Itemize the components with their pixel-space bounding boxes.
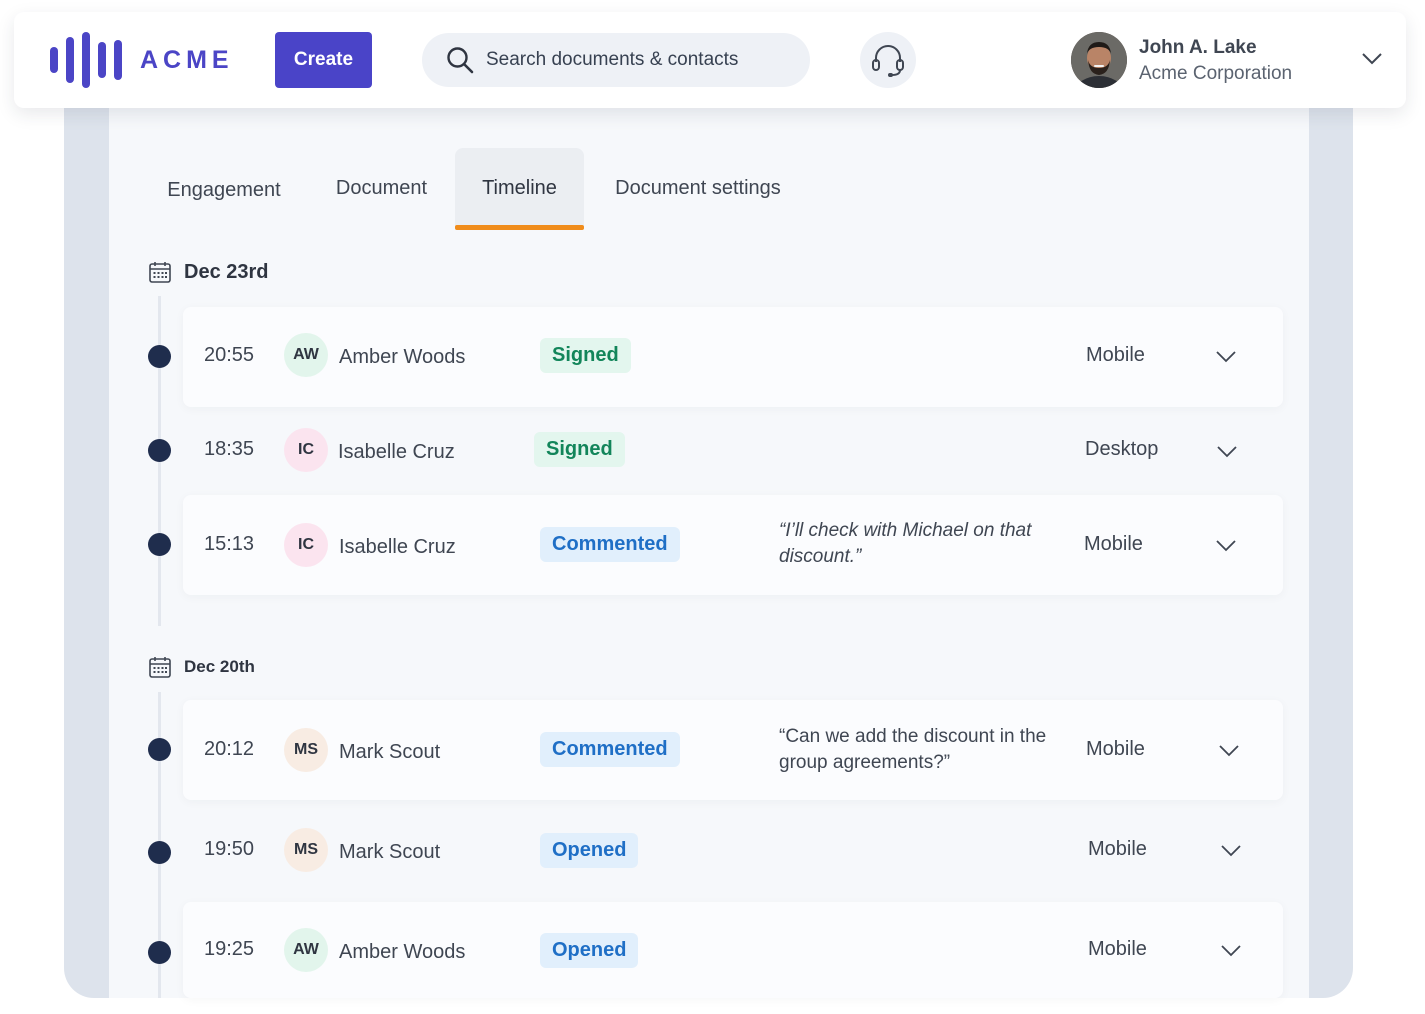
user-avatar[interactable] — [1071, 32, 1127, 88]
status-badge: Signed — [540, 338, 631, 373]
timeline-row[interactable]: 15:13 IC Isabelle Cruz Commented “I’ll c… — [183, 495, 1283, 595]
comment-text: “Can we add the discount in the group ag… — [779, 726, 1047, 773]
user-company: Acme Corporation — [1139, 63, 1293, 84]
avatar: AW — [284, 333, 328, 377]
chevron-down-icon[interactable] — [1219, 745, 1239, 757]
user-name: John A. Lake — [1139, 37, 1257, 58]
device-label: Mobile — [1086, 738, 1145, 760]
timeline-row[interactable]: 20:55 AW Amber Woods Signed Mobile — [183, 307, 1283, 407]
timeline-dot — [148, 738, 171, 761]
person-name: Mark Scout — [339, 741, 441, 763]
comment-text: “I’ll check with Michael on that discoun… — [779, 520, 1032, 567]
avatar: IC — [284, 523, 328, 567]
avatar: MS — [284, 828, 328, 872]
timeline-dot — [148, 841, 171, 864]
tab-timeline[interactable]: Timeline — [455, 148, 584, 230]
event-time: 20:12 — [204, 738, 255, 760]
status-badge: Opened — [540, 933, 639, 968]
status-badge: Commented — [540, 732, 680, 767]
event-time: 19:50 — [204, 838, 255, 860]
tab-engagement[interactable]: Engagement — [145, 150, 303, 230]
timeline-dot — [148, 941, 171, 964]
date-label: Dec 20th — [184, 657, 255, 676]
chevron-down-icon[interactable] — [1217, 446, 1237, 458]
user-photo-icon — [1071, 32, 1127, 88]
timeline-row[interactable]: 19:25 AW Amber Woods Opened Mobile — [183, 902, 1283, 998]
create-button[interactable]: Create — [275, 32, 372, 88]
device-label: Mobile — [1088, 838, 1147, 860]
search-input[interactable] — [486, 49, 786, 71]
event-time: 20:55 — [204, 344, 255, 366]
calendar-icon — [149, 657, 171, 678]
tab-document[interactable]: Document — [313, 148, 450, 228]
chevron-down-icon[interactable] — [1221, 945, 1241, 957]
timeline-dot — [148, 439, 171, 462]
top-bar: ACME Create John A. Lake Acme Corporatio… — [14, 12, 1406, 108]
person-name: Isabelle Cruz — [338, 441, 455, 463]
device-label: Mobile — [1088, 938, 1147, 960]
chevron-down-icon[interactable] — [1216, 351, 1236, 363]
chevron-down-icon[interactable] — [1216, 540, 1236, 552]
event-time: 15:13 — [204, 533, 255, 555]
search-bar[interactable] — [422, 33, 810, 87]
status-badge: Signed — [534, 432, 625, 467]
status-badge: Commented — [540, 527, 680, 562]
acme-logo[interactable]: ACME — [48, 32, 234, 88]
timeline-row[interactable]: 20:12 MS Mark Scout Commented “Can we ad… — [183, 700, 1283, 800]
person-name: Amber Woods — [339, 346, 466, 368]
timeline-dot — [148, 345, 171, 368]
search-icon — [447, 47, 474, 74]
logo-bars-icon — [48, 32, 126, 88]
date-header: Dec 23rd — [148, 260, 269, 284]
timeline-row[interactable]: 18:35 IC Isabelle Cruz Signed Desktop — [183, 401, 1283, 501]
device-label: Desktop — [1085, 438, 1159, 460]
device-label: Mobile — [1086, 344, 1145, 366]
chevron-down-icon[interactable] — [1221, 845, 1241, 857]
avatar: MS — [284, 728, 328, 772]
person-name: Mark Scout — [339, 841, 441, 863]
date-header: Dec 20th — [148, 655, 255, 679]
support-button[interactable] — [860, 32, 916, 88]
avatar: IC — [284, 428, 328, 472]
device-label: Mobile — [1084, 533, 1143, 555]
avatar: AW — [284, 928, 328, 972]
headset-icon — [872, 45, 904, 77]
timeline-dot — [148, 533, 171, 556]
person-name: Amber Woods — [339, 941, 466, 963]
calendar-icon — [149, 262, 171, 283]
tab-document-settings[interactable]: Document settings — [594, 148, 802, 228]
status-badge: Opened — [540, 833, 639, 868]
account-chevron-down-icon[interactable] — [1361, 52, 1383, 66]
logo-text: ACME — [140, 45, 234, 74]
date-label: Dec 23rd — [184, 260, 269, 283]
person-name: Isabelle Cruz — [339, 536, 456, 558]
timeline-row[interactable]: 19:50 MS Mark Scout Opened Mobile — [183, 802, 1283, 902]
event-time: 19:25 — [204, 938, 255, 960]
event-time: 18:35 — [204, 438, 255, 460]
